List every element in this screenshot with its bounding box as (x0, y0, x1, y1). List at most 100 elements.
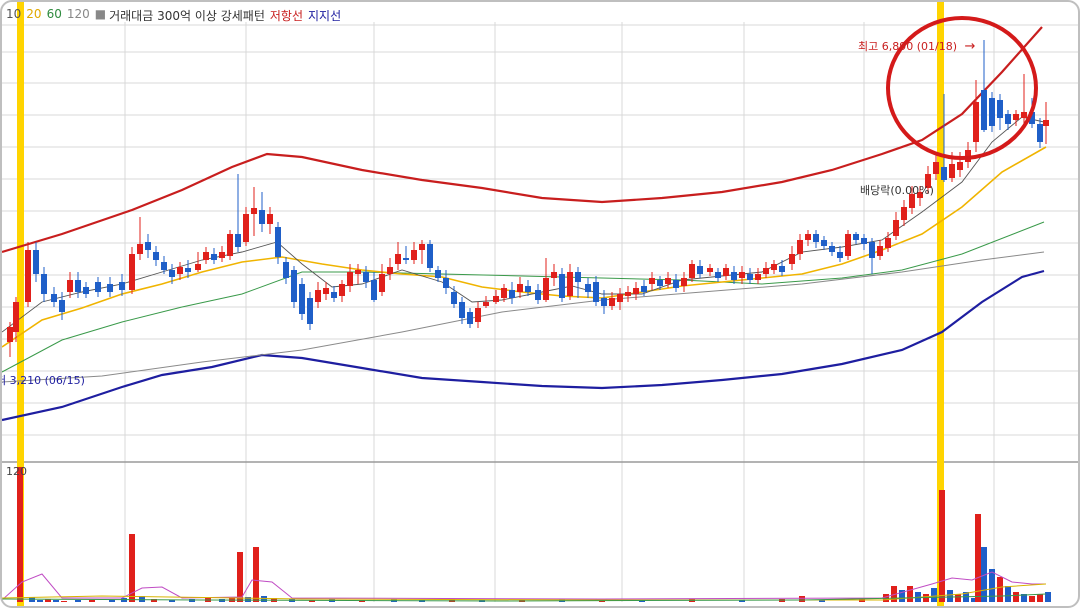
candle-body (67, 280, 73, 292)
candle-body (715, 272, 721, 278)
candle-body (75, 280, 81, 292)
arrow-right-icon: → (964, 39, 976, 54)
candle-body (355, 270, 361, 274)
low-price-label: 저 3,210 (06/15) (0, 374, 85, 387)
candle-body (973, 102, 979, 142)
candle-body (681, 278, 687, 286)
candle-body (25, 250, 31, 302)
volume-bar (1013, 592, 1019, 602)
candle-body (559, 274, 565, 298)
volume-bar (253, 547, 259, 602)
legend: 10 20 60 120 ■ 거래대금 300억 이상 강세패턴 저항선 지지선 (6, 7, 346, 24)
candle-body (259, 210, 265, 224)
legend-ma120: 120 (66, 7, 90, 21)
candle-body (755, 274, 761, 280)
candle-body (13, 302, 19, 332)
candle-body (747, 274, 753, 280)
candle-body (877, 246, 883, 256)
volume-ma-line-2 (2, 583, 1047, 601)
candle-body (371, 280, 377, 300)
candle-body (593, 282, 599, 302)
candle-body (347, 272, 353, 286)
candle-body (7, 327, 13, 342)
resistance-line (2, 26, 1043, 254)
candle-body (395, 254, 401, 264)
candle-body (649, 278, 655, 284)
candle-body (739, 272, 745, 278)
legend-ma10: 10 (6, 7, 22, 21)
candle-body (723, 268, 729, 276)
candle-body (95, 282, 101, 292)
chart-frame: 10 20 60 120 ■ 거래대금 300억 이상 강세패턴 저항선 지지선… (0, 0, 1080, 608)
candle-body (129, 254, 135, 290)
candle-body (641, 286, 647, 292)
candle-body (243, 214, 249, 242)
candle-body (339, 284, 345, 296)
candle-body (33, 250, 39, 274)
volume-bar (975, 514, 981, 602)
candle-body (567, 272, 573, 296)
candle-body (689, 264, 695, 278)
candle-body (119, 282, 125, 290)
candle-body (861, 238, 867, 244)
candle-body (227, 234, 233, 256)
candle-body (1021, 112, 1027, 118)
volume-bar (237, 552, 243, 602)
candle-body (869, 242, 875, 258)
candle-body (379, 274, 385, 292)
volume-bar (947, 590, 953, 602)
candle-body (475, 308, 481, 322)
candle-body (933, 162, 939, 174)
volume-bar (939, 490, 945, 602)
candle-body (291, 270, 297, 302)
legend-support: 지지선 (308, 9, 342, 23)
volume-bar (799, 596, 805, 602)
volume-bar (1037, 594, 1043, 602)
candle-body (837, 252, 843, 258)
candle-body (275, 227, 281, 257)
candle-body (585, 284, 591, 292)
candle-body (419, 244, 425, 250)
candle-body (501, 288, 507, 298)
candle-body (363, 272, 369, 282)
candle-body (1013, 114, 1019, 120)
candle-body (493, 296, 499, 302)
candle-body (805, 234, 811, 240)
candle-body (203, 252, 209, 260)
candle-body (763, 268, 769, 274)
candle-body (633, 288, 639, 294)
high-price-text: 최고 6,890 (01/18) (858, 40, 958, 53)
candle-body (195, 264, 201, 270)
volume-bar (907, 586, 913, 602)
candle-body (403, 258, 409, 260)
candle-body (467, 312, 473, 324)
candle-body (665, 278, 671, 284)
candle-body (331, 292, 337, 298)
candle-body (893, 220, 899, 236)
candle-body (657, 280, 663, 286)
volume-bar (1005, 586, 1011, 602)
candle-body (235, 234, 241, 247)
volume-bar (989, 569, 995, 602)
candle-body (51, 294, 57, 302)
candle-body (107, 284, 113, 292)
candle-body (789, 254, 795, 264)
candle-body (427, 244, 433, 268)
candle-body (387, 267, 393, 274)
candle-body (315, 290, 321, 302)
ma10-line (2, 116, 1045, 333)
candle-body (981, 90, 987, 130)
candle-body (609, 298, 615, 306)
candle-body (145, 242, 151, 250)
volume-bar (75, 600, 81, 602)
legend-ma20: 20 (26, 7, 42, 21)
candle-body (821, 240, 827, 246)
candle-body (697, 266, 703, 274)
candle-body (177, 267, 183, 274)
candle-body (625, 292, 631, 296)
candle-body (885, 238, 891, 248)
candle-body (459, 302, 465, 318)
candle-body (901, 207, 907, 220)
candle-body (323, 288, 329, 294)
volume-bar (61, 601, 67, 602)
